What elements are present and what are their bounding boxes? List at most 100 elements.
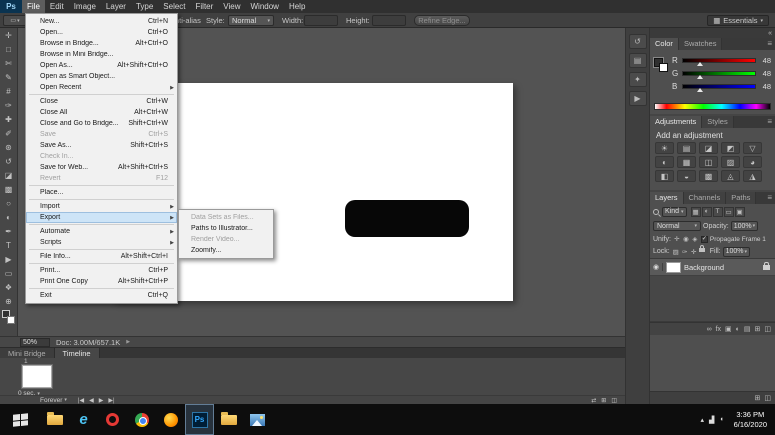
tool-hand-tool[interactable]: ❖ (0, 280, 17, 294)
delete-item-icon[interactable]: ◫ (764, 394, 771, 402)
hue-saturation-icon[interactable]: ◐ (655, 156, 674, 168)
levels-icon[interactable]: ▤ (677, 142, 696, 154)
lock-all-icon[interactable] (698, 244, 705, 252)
tool-gradient-tool[interactable]: ▩ (0, 182, 17, 196)
menu-help[interactable]: Help (284, 0, 310, 13)
file-menu-item-browse-in-bridge[interactable]: Browse in Bridge... Alt+Ctrl+O (26, 38, 177, 49)
frame-thumbnail[interactable] (21, 364, 53, 389)
workspace-switcher[interactable]: ▦ Essentials ▾ (707, 15, 769, 26)
file-menu-item-scripts[interactable]: Scripts ▶ (26, 237, 177, 248)
opacity-value[interactable]: 100% ▾ (730, 221, 759, 231)
tool-blur-tool[interactable]: ○ (0, 196, 17, 210)
menu-filter[interactable]: Filter (191, 0, 219, 13)
photo-filter-icon[interactable]: ▨ (721, 156, 740, 168)
channel-mixer-icon[interactable]: ◕ (743, 156, 762, 168)
volume-icon[interactable]: ◖ (719, 416, 723, 424)
file-menu-item-automate[interactable]: Automate ▶ (26, 226, 177, 237)
slider-thumb-icon[interactable] (696, 62, 703, 66)
tool-shape-tool[interactable]: ▭ (0, 266, 17, 280)
tab-styles[interactable]: Styles (702, 116, 734, 128)
gradient-map-icon[interactable]: ◮ (743, 170, 762, 182)
color-balance-icon[interactable]: ▦ (677, 156, 696, 168)
export-submenu-item-render-video[interactable]: Render Video... (179, 234, 273, 245)
file-menu-item-open-recent[interactable]: Open Recent ▶ (26, 82, 177, 93)
delete-layer-icon[interactable]: ◫ (764, 325, 771, 333)
color-swatch-widget[interactable] (0, 309, 17, 329)
properties-panel-icon[interactable]: ▤ (628, 53, 647, 68)
tool-path-selection-tool[interactable]: ▶ (0, 252, 17, 266)
new-item-icon[interactable]: ⊞ (755, 394, 761, 402)
taskbar-opera[interactable] (98, 404, 127, 435)
file-menu-item-exit[interactable]: Exit Ctrl+Q (26, 290, 177, 301)
tool-pen-tool[interactable]: ✒ (0, 224, 17, 238)
taskbar-folder[interactable] (214, 404, 243, 435)
panel-menu-icon[interactable]: ≡ (767, 192, 775, 204)
kind-filter-select[interactable]: Kind ▾ (662, 206, 687, 217)
propagate-frame-checkbox[interactable]: ✓ (700, 235, 708, 243)
tool-preset-button[interactable]: ▭ ▾ (3, 15, 27, 26)
tool-marquee-tool[interactable]: □ (0, 42, 17, 56)
posterize-icon[interactable]: ▩ (699, 170, 718, 182)
file-menu-item-save-for-web[interactable]: Save for Web... Alt+Shift+Ctrl+S (26, 162, 177, 173)
file-menu-item-print[interactable]: Print... Ctrl+P (26, 265, 177, 276)
tab-mini-bridge[interactable]: Mini Bridge (0, 348, 55, 358)
menu-view[interactable]: View (218, 0, 245, 13)
taskbar-pictures[interactable] (243, 404, 272, 435)
color-lookup-icon[interactable]: ◧ (655, 170, 674, 182)
file-menu-item-revert[interactable]: Revert F12 (26, 173, 177, 184)
file-menu-item-close-and-go-to-bridge[interactable]: Close and Go to Bridge... Shift+Ctrl+W (26, 118, 177, 129)
background-color-swatch[interactable] (659, 63, 668, 72)
taskbar-photoshop[interactable]: Ps (185, 404, 214, 435)
new-group-icon[interactable]: ▤ (744, 325, 751, 333)
menu-edit[interactable]: Edit (45, 0, 69, 13)
file-menu-item-open-as-smart-object[interactable]: Open as Smart Object... (26, 71, 177, 82)
first-frame-icon[interactable]: |◀ (78, 397, 84, 404)
panel-menu-icon[interactable]: ≡ (767, 38, 775, 50)
vibrance-icon[interactable]: ▽ (743, 142, 762, 154)
threshold-icon[interactable]: ◬ (721, 170, 740, 182)
lock-transparency-icon[interactable]: ▨ (672, 248, 680, 256)
network-icon[interactable]: ▟ (709, 416, 714, 424)
tab-swatches[interactable]: Swatches (678, 38, 723, 50)
show-hidden-icons-icon[interactable]: ▴ (700, 416, 704, 424)
invert-icon[interactable]: ◒ (677, 170, 696, 182)
menu-file[interactable]: File (22, 0, 45, 13)
refine-edge-button[interactable]: Refine Edge... (414, 15, 470, 26)
width-input[interactable] (304, 15, 338, 26)
link-layers-icon[interactable]: ∞ (707, 326, 712, 333)
play-icon[interactable]: ▶ (99, 397, 104, 404)
previous-frame-icon[interactable]: ◀ (89, 397, 94, 404)
tool-quick-selection-tool[interactable]: ✎ (0, 70, 17, 84)
info-panel-icon[interactable]: ✦ (628, 72, 647, 87)
start-button[interactable] (0, 404, 40, 435)
lock-position-icon[interactable]: ✛ (690, 248, 698, 256)
export-submenu-item-data-sets-as-files[interactable]: Data Sets as Files... (179, 212, 273, 223)
tab-timeline[interactable]: Timeline (54, 348, 100, 358)
filter-shape-layers-icon[interactable]: ▭ (723, 206, 734, 217)
exposure-icon[interactable]: ◩ (721, 142, 740, 154)
filter-pixel-layers-icon[interactable]: ▦ (690, 206, 701, 217)
file-menu-item-open[interactable]: Open... Ctrl+O (26, 27, 177, 38)
g-slider[interactable] (682, 71, 756, 79)
new-adjustment-layer-icon[interactable]: ◐ (736, 326, 740, 333)
height-input[interactable] (372, 15, 406, 26)
loop-count-select[interactable]: Forever ▾ (40, 397, 67, 404)
unify-style-icon[interactable]: ◈ (691, 235, 699, 243)
tab-channels[interactable]: Channels (683, 192, 727, 204)
file-menu-item-print-one-copy[interactable]: Print One Copy Alt+Shift+Ctrl+P (26, 276, 177, 287)
tool-eyedropper-tool[interactable]: ✑ (0, 98, 17, 112)
tool-dodge-tool[interactable]: ◐ (0, 210, 17, 224)
file-menu-item-close[interactable]: Close Ctrl+W (26, 96, 177, 107)
file-menu-item-file-info[interactable]: File Info... Alt+Shift+Ctrl+I (26, 251, 177, 262)
status-arrow-icon[interactable]: ▶ (126, 339, 130, 345)
menu-type[interactable]: Type (131, 0, 158, 13)
export-submenu-item-zoomify[interactable]: Zoomify... (179, 245, 273, 256)
tween-icon[interactable]: ⇄ (591, 397, 596, 404)
file-menu-item-import[interactable]: Import ▶ (26, 201, 177, 212)
file-menu-item-open-as[interactable]: Open As... Alt+Shift+Ctrl+O (26, 60, 177, 71)
tab-paths[interactable]: Paths (726, 192, 757, 204)
panel-menu-icon[interactable]: ≡ (767, 116, 775, 128)
slider-thumb-icon[interactable] (696, 88, 703, 92)
background-color-swatch[interactable] (7, 316, 15, 324)
r-slider[interactable] (682, 58, 756, 66)
